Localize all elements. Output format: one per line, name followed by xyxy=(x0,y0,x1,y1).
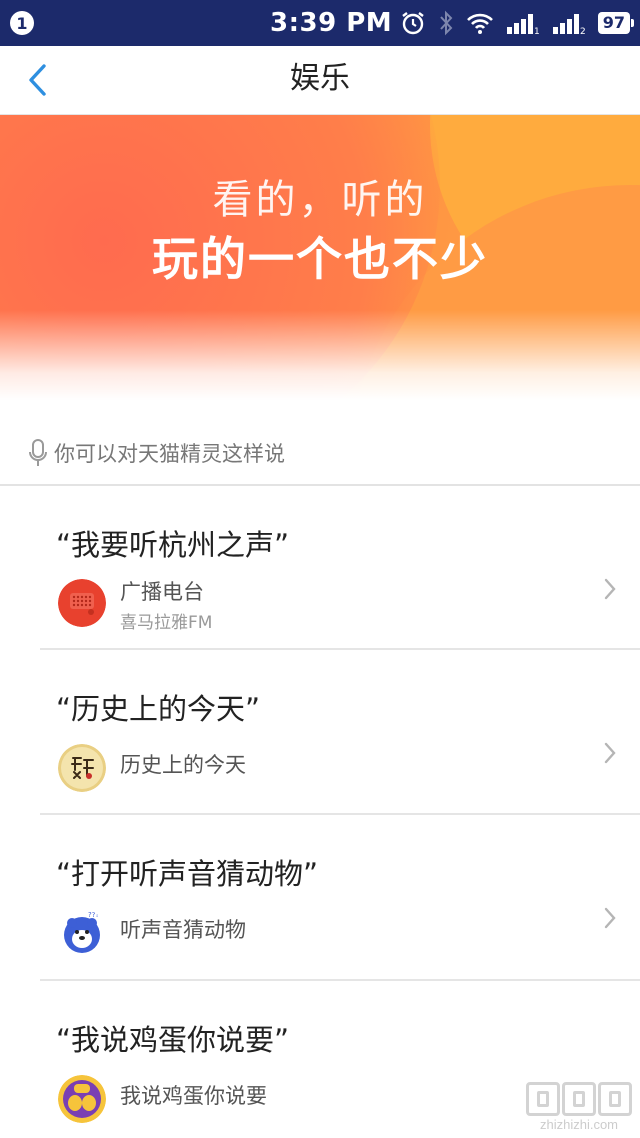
battery-icon: 97 xyxy=(597,12,635,34)
command-quote: “历史上的今天” xyxy=(56,692,261,726)
radio-icon xyxy=(58,579,106,627)
chevron-right-icon xyxy=(604,907,616,929)
chevron-right-icon xyxy=(604,578,616,600)
skill-name: 我说鸡蛋你说要 xyxy=(120,1084,267,1108)
nav-bar: 娱乐 xyxy=(0,46,640,115)
wifi-icon xyxy=(466,11,494,35)
command-item[interactable]: “我要听杭州之声” 广播电台 喜马拉雅FM xyxy=(0,486,640,650)
command-quote: “打开听声音猜动物” xyxy=(56,857,319,891)
banner-headline: 玩的一个也不少 xyxy=(152,232,488,286)
back-button[interactable] xyxy=(18,60,58,100)
alarm-icon xyxy=(400,10,426,36)
status-time: 3:39 PM xyxy=(270,8,393,38)
voice-hint: 你可以对天猫精灵这样说 xyxy=(28,438,285,468)
command-item[interactable]: “历史上的今天” 历史上的今天 xyxy=(0,650,640,815)
skill-name: 听声音猜动物 xyxy=(120,918,246,942)
skill-name: 历史上的今天 xyxy=(120,753,246,777)
svg-text:2: 2 xyxy=(580,27,586,35)
command-quote: “我要听杭州之声” xyxy=(56,528,290,562)
hint-text: 你可以对天猫精灵这样说 xyxy=(54,442,285,466)
hero-banner: 看的，听的 玩的一个也不少 xyxy=(0,115,640,400)
chevron-left-icon xyxy=(29,64,46,96)
svg-text:???: ??? xyxy=(88,911,99,919)
signal-icon-sim1: 1 xyxy=(506,11,540,35)
chevron-right-icon xyxy=(604,742,616,764)
page-title: 娱乐 xyxy=(290,61,350,96)
banner-subtitle: 看的，听的 xyxy=(212,177,428,223)
signal-icon-sim2: 2 xyxy=(552,11,586,35)
status-bar: 1 3:39 PM 1 2 97 xyxy=(0,0,640,46)
microphone-icon xyxy=(29,439,47,466)
command-item[interactable]: “打开听声音猜动物” ??? 听声音猜动物 xyxy=(0,815,640,981)
watermark: zhizhizhi.com xyxy=(526,1082,632,1132)
status-icons: 1 2 97 xyxy=(400,9,635,37)
animal-guess-icon: ??? xyxy=(58,909,106,957)
notification-count-badge: 1 xyxy=(10,11,34,35)
skill-provider: 喜马拉雅FM xyxy=(120,613,213,633)
bluetooth-icon xyxy=(438,10,454,36)
watermark-text: zhizhizhi.com xyxy=(539,1117,619,1132)
command-quote: “我说鸡蛋你说要” xyxy=(56,1023,290,1057)
svg-text:1: 1 xyxy=(534,27,540,35)
egg-game-icon xyxy=(58,1075,106,1123)
history-today-icon xyxy=(58,744,106,792)
skill-name: 广播电台 xyxy=(120,580,204,604)
